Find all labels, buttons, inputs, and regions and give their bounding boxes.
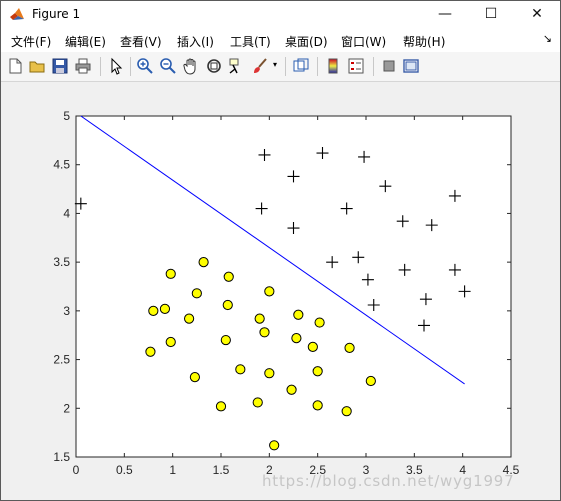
y-tick-label: 4 xyxy=(63,206,70,220)
y-tick-label: 1.5 xyxy=(53,450,70,464)
figure-window: Figure 1 — ☐ ✕ 文件(F) 编辑(E) 查看(V) 插入(I) 工… xyxy=(0,0,561,501)
legend-icon[interactable] xyxy=(347,57,365,75)
window-title: Figure 1 xyxy=(32,7,81,21)
negative-point xyxy=(235,364,246,375)
rotate-3d-icon[interactable] xyxy=(205,57,223,75)
colorbar-icon[interactable] xyxy=(324,57,342,75)
negative-point xyxy=(293,309,304,320)
maximize-button[interactable]: ☐ xyxy=(468,1,514,29)
zoom-out-icon[interactable] xyxy=(159,57,177,75)
y-tick-label: 2.5 xyxy=(53,353,70,367)
negative-point xyxy=(291,333,302,344)
menu-edit[interactable]: 编辑(E) xyxy=(65,33,106,50)
brush-icon[interactable] xyxy=(251,57,269,75)
negative-point xyxy=(252,397,263,408)
title-bar[interactable]: Figure 1 — ☐ ✕ xyxy=(1,1,560,29)
scatter-chart[interactable]: 0 0.5 1 1.5 2 2.5 3 3.5 4 4.51.522.533.544.55 xyxy=(1,82,560,500)
data-cursor-icon[interactable] xyxy=(228,57,246,75)
menu-help[interactable]: 帮助(H) xyxy=(403,33,445,50)
negative-point xyxy=(264,286,275,297)
negative-point xyxy=(220,334,231,346)
x-tick-label: 1.5 xyxy=(213,463,230,477)
negative-point xyxy=(191,288,202,299)
toolbar-separator xyxy=(317,57,318,76)
show-plot-tools-icon[interactable] xyxy=(402,57,420,75)
pointer-icon[interactable] xyxy=(107,57,125,75)
negative-point xyxy=(223,271,234,282)
y-tick-label: 3.5 xyxy=(53,255,70,269)
menu-view[interactable]: 查看(V) xyxy=(120,33,162,50)
negative-point xyxy=(222,299,233,311)
negative-point xyxy=(184,313,195,324)
new-figure-icon[interactable] xyxy=(6,57,24,75)
negative-point xyxy=(365,375,376,387)
figure-toolbar: ▾ xyxy=(1,52,560,82)
menu-tools[interactable]: 工具(T) xyxy=(230,33,271,50)
close-button[interactable]: ✕ xyxy=(514,1,560,29)
toolbar-separator xyxy=(130,57,131,76)
menu-bar: 文件(F) 编辑(E) 查看(V) 插入(I) 工具(T) 桌面(D) 窗口(W… xyxy=(1,29,560,52)
negative-point xyxy=(286,384,297,395)
brush-dropdown-icon[interactable]: ▾ xyxy=(273,60,277,69)
menu-window[interactable]: 窗口(W) xyxy=(341,33,386,50)
y-tick-label: 4.5 xyxy=(53,158,70,172)
menu-overflow-icon[interactable]: ↘ xyxy=(543,32,552,45)
negative-point xyxy=(145,346,156,357)
hide-plot-tools-icon[interactable] xyxy=(380,57,398,75)
negative-point xyxy=(341,406,352,417)
negative-point xyxy=(165,268,176,279)
menu-file[interactable]: 文件(F) xyxy=(11,33,51,50)
negative-point xyxy=(264,368,275,379)
negative-point xyxy=(307,341,318,353)
negative-point xyxy=(312,366,323,377)
open-file-icon[interactable] xyxy=(28,57,46,75)
toolbar-separator xyxy=(373,57,374,76)
toolbar-separator xyxy=(285,57,286,76)
matlab-logo-icon xyxy=(10,8,24,20)
y-tick-label: 3 xyxy=(63,304,70,318)
figure-canvas: 0 0.5 1 1.5 2 2.5 3 3.5 4 4.5 1.5 2 2.5 3 3.5 4 4.5 5 xyxy=(1,82,560,500)
x-tick-label: 0.5 xyxy=(116,463,133,477)
negative-point xyxy=(189,372,200,383)
y-tick-label: 5 xyxy=(63,109,70,123)
negative-point xyxy=(215,401,227,412)
negative-point xyxy=(312,400,323,411)
y-tick-label: 2 xyxy=(63,401,70,415)
negative-point xyxy=(159,303,171,315)
toolbar-separator xyxy=(100,57,101,76)
print-icon[interactable] xyxy=(74,57,92,75)
negative-point xyxy=(198,257,209,268)
negative-point xyxy=(344,342,355,353)
save-icon[interactable] xyxy=(51,57,69,75)
negative-point xyxy=(165,336,176,348)
x-tick-label: 0 xyxy=(73,463,80,477)
negative-point xyxy=(259,327,270,338)
zoom-in-icon[interactable] xyxy=(136,57,154,75)
link-plot-icon[interactable] xyxy=(292,57,310,75)
minimize-button[interactable]: — xyxy=(422,1,468,29)
menu-insert[interactable]: 插入(I) xyxy=(177,33,214,50)
watermark: https://blog.csdn.net/wyg1997 xyxy=(262,472,515,490)
negative-point xyxy=(254,313,265,324)
negative-point xyxy=(314,317,325,328)
negative-point xyxy=(148,305,159,316)
plot-area xyxy=(75,115,512,458)
menu-desktop[interactable]: 桌面(D) xyxy=(285,33,328,50)
x-tick-label: 1 xyxy=(169,463,176,477)
negative-point xyxy=(269,440,280,451)
pan-hand-icon[interactable] xyxy=(182,57,200,75)
